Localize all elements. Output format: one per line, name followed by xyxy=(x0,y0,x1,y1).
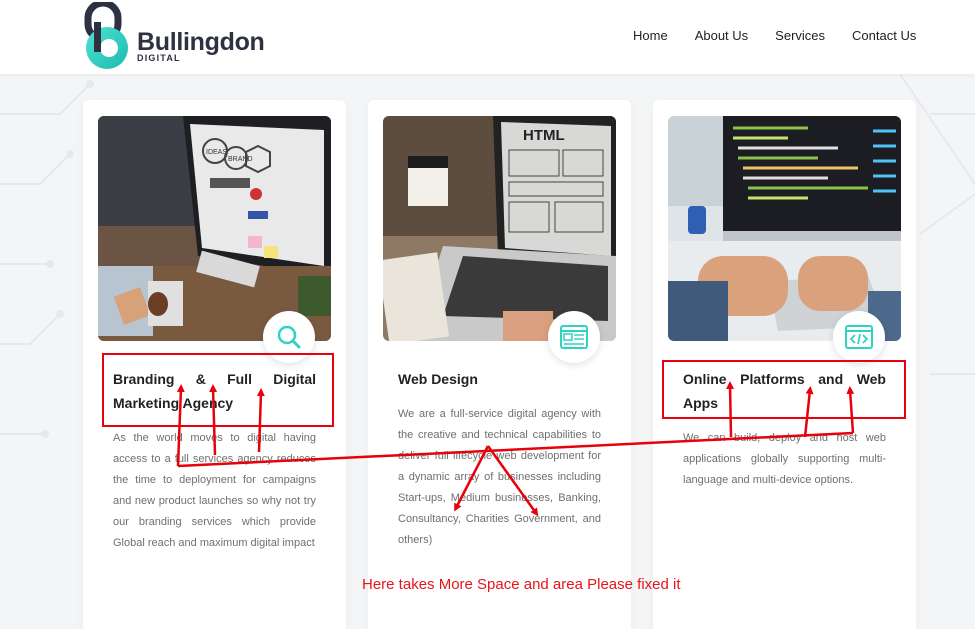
image-label-ideas: IDEAS xyxy=(206,149,227,156)
code-window-icon xyxy=(845,325,873,349)
laptop-wireframe-photo: HTML xyxy=(383,116,616,341)
service-card-web-design: HTML Web Design We are a full-service di… xyxy=(368,100,631,629)
card-body-online-platforms: We can build, deploy and host web applic… xyxy=(683,432,886,486)
annotation-box-platforms-title xyxy=(662,360,906,419)
coding-monitor-photo xyxy=(668,116,901,341)
card-body-web-design: We are a full-service digital agency wit… xyxy=(398,408,601,546)
image-label-html: HTML xyxy=(523,127,565,144)
nav-home[interactable]: Home xyxy=(633,28,668,43)
code-window-badge xyxy=(833,311,885,363)
brand-subtitle: DIGITAL xyxy=(137,53,181,63)
search-icon xyxy=(277,325,301,349)
web-layout-icon xyxy=(560,325,588,349)
annotation-note: Here takes More Space and area Please fi… xyxy=(362,576,681,593)
annotation-box-branding-title xyxy=(102,353,334,427)
nav-contact-us[interactable]: Contact Us xyxy=(852,28,916,43)
online-platforms-image xyxy=(668,116,901,341)
brand-logo[interactable]: Bullingdon DIGITAL xyxy=(84,2,274,72)
card-title-web-design[interactable]: Web Design xyxy=(398,367,601,391)
main-nav: Home About Us Services Contact Us xyxy=(633,28,916,43)
nav-services[interactable]: Services xyxy=(775,28,825,43)
designer-desk-photo: IDEAS BRAND xyxy=(98,116,331,341)
site-header: Bullingdon DIGITAL Home About Us Service… xyxy=(0,0,975,74)
branding-image: IDEAS BRAND xyxy=(98,116,331,341)
web-design-image: HTML xyxy=(383,116,616,341)
image-label-brand: BRAND xyxy=(228,156,253,163)
card-body-branding: As the world moves to digital having acc… xyxy=(113,432,316,549)
logo-mark-icon xyxy=(84,2,128,69)
web-layout-badge xyxy=(548,311,600,363)
nav-about-us[interactable]: About Us xyxy=(695,28,748,43)
